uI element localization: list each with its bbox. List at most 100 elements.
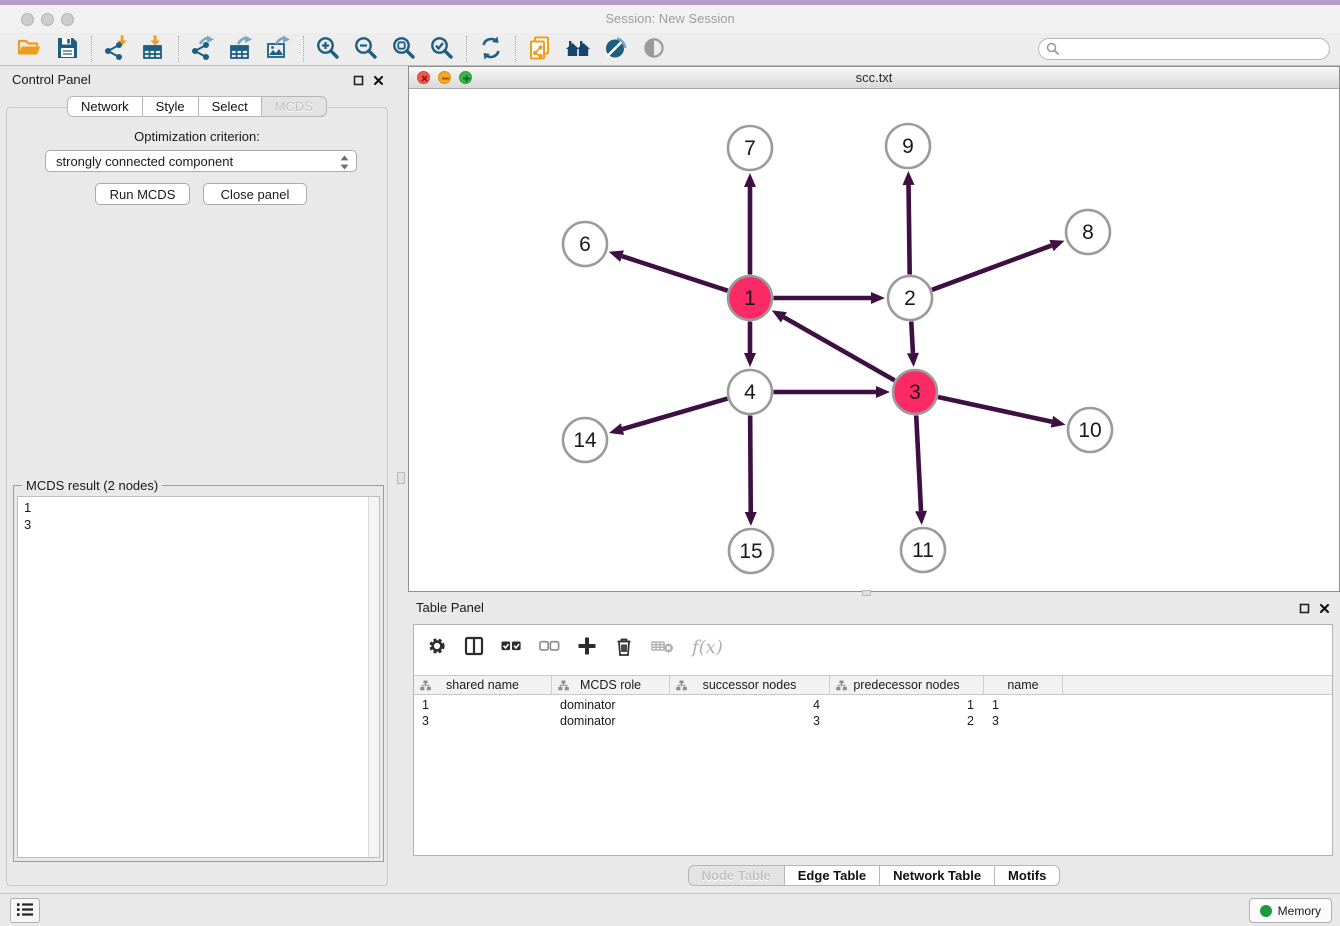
float-panel-icon[interactable] <box>353 74 364 89</box>
network-graph[interactable]: 7 9 6 8 1 2 4 3 14 10 15 11 <box>409 89 1339 591</box>
export-table-button[interactable] <box>222 34 260 64</box>
column-header-predecessor-nodes[interactable]: predecessor nodes <box>830 676 984 694</box>
graph-edge-2-3[interactable] <box>907 321 919 367</box>
graph-node-1[interactable]: 1 <box>728 276 772 320</box>
graph-node-9[interactable]: 9 <box>886 124 930 168</box>
import-network-icon <box>103 35 129 64</box>
search-input[interactable] <box>1038 38 1330 60</box>
column-header-label: successor nodes <box>703 678 797 692</box>
graph-edge-1-2[interactable] <box>774 292 886 304</box>
graph-edge-4-15[interactable] <box>745 415 757 526</box>
main-titlebar: Session: New Session <box>0 5 1340 33</box>
graph-node-label: 3 <box>909 381 921 404</box>
graph-node-7[interactable]: 7 <box>728 126 772 170</box>
duplicate-network-button[interactable] <box>521 34 559 64</box>
graph-edge-4-14[interactable] <box>609 399 727 435</box>
split-columns-button[interactable] <box>464 636 484 658</box>
deselect-all-button[interactable] <box>539 636 560 658</box>
graph-edge-1-6[interactable] <box>609 250 728 290</box>
zoom-out-button[interactable] <box>347 34 385 64</box>
graph-node-14[interactable]: 14 <box>563 418 607 462</box>
select-all-button[interactable] <box>501 636 522 658</box>
graph-node-15[interactable]: 15 <box>729 529 773 573</box>
graph-node-3[interactable]: 3 <box>893 370 937 414</box>
float-table-panel-icon[interactable] <box>1299 602 1310 617</box>
delete-icon <box>614 636 634 659</box>
graph-node-4[interactable]: 4 <box>728 370 772 414</box>
tab-mcds[interactable]: MCDS <box>261 96 327 117</box>
graph-edge-1-4[interactable] <box>744 322 756 368</box>
eye-button[interactable] <box>635 34 673 64</box>
gear-button[interactable] <box>427 636 447 658</box>
horizontal-splitter-grip[interactable] <box>862 590 871 596</box>
column-header-shared-name[interactable]: shared name <box>414 676 552 694</box>
column-header-label: MCDS role <box>580 678 641 692</box>
open-session-button[interactable] <box>10 34 48 64</box>
memory-button[interactable]: Memory <box>1249 898 1332 923</box>
network-window-titlebar[interactable]: scc.txt <box>409 67 1339 89</box>
import-network-button[interactable] <box>97 34 135 64</box>
zoom-fit-button[interactable] <box>385 34 423 64</box>
graph-edge-2-8[interactable] <box>932 240 1065 290</box>
mcds-result-lines: 13 <box>18 497 379 535</box>
run-mcds-button[interactable]: Run MCDS <box>95 183 190 205</box>
task-history-button[interactable] <box>10 898 40 923</box>
close-panel-label: Close panel <box>221 187 290 202</box>
result-line: 1 <box>24 499 373 516</box>
two-homes-button[interactable] <box>559 34 597 64</box>
refresh-button[interactable] <box>472 34 510 64</box>
tab-motifs[interactable]: Motifs <box>994 865 1060 886</box>
tab-select[interactable]: Select <box>198 96 262 117</box>
export-image-button[interactable] <box>260 34 298 64</box>
mcds-result-textarea[interactable]: 13 <box>17 496 380 858</box>
graph-node-2[interactable]: 2 <box>888 276 932 320</box>
add-button[interactable] <box>577 636 597 658</box>
tab-edge-table[interactable]: Edge Table <box>784 865 880 886</box>
table-row[interactable]: 3dominator323 <box>414 713 1332 729</box>
graph-node-label: 14 <box>573 429 597 452</box>
close-panel-button[interactable]: Close panel <box>203 183 307 205</box>
close-panel-icon[interactable] <box>373 74 384 89</box>
tab-network[interactable]: Network <box>67 96 143 117</box>
graph-node-10[interactable]: 10 <box>1068 408 1112 452</box>
table-tabs: Node TableEdge TableNetwork TableMotifs <box>688 865 1061 886</box>
graph-edge-3-10[interactable] <box>938 397 1066 428</box>
zoom-selected-icon <box>429 35 455 64</box>
vertical-splitter[interactable] <box>394 66 408 893</box>
export-network-button[interactable] <box>184 34 222 64</box>
table-panel: Table Panel f(x) shared nameMCDS rolesuc… <box>408 594 1340 893</box>
graph-edge-3-1[interactable] <box>772 310 895 380</box>
table-row[interactable]: 1dominator411 <box>414 697 1332 713</box>
result-scrollbar[interactable] <box>368 497 379 857</box>
tab-style[interactable]: Style <box>142 96 199 117</box>
delete-button[interactable] <box>614 636 634 658</box>
close-table-panel-icon[interactable] <box>1319 602 1330 617</box>
graph-edge-4-3[interactable] <box>774 386 891 398</box>
delete-table-button <box>651 636 675 658</box>
import-table-button[interactable] <box>135 34 173 64</box>
column-header-successor-nodes[interactable]: successor nodes <box>670 676 830 694</box>
graph-node-8[interactable]: 8 <box>1066 210 1110 254</box>
graph-node-label: 4 <box>744 381 756 404</box>
zoom-in-button[interactable] <box>309 34 347 64</box>
splitter-grip[interactable] <box>397 472 405 484</box>
graph-edge-3-11[interactable] <box>915 415 927 525</box>
import-table-icon <box>141 35 167 64</box>
column-header-MCDS-role[interactable]: MCDS role <box>552 676 670 694</box>
column-header-name[interactable]: name <box>984 676 1063 694</box>
graph-edge-2-9[interactable] <box>903 171 915 275</box>
style-button[interactable] <box>597 34 635 64</box>
graph-node-11[interactable]: 11 <box>901 528 945 572</box>
tab-node-table[interactable]: Node Table <box>688 865 785 886</box>
tab-network-table[interactable]: Network Table <box>879 865 995 886</box>
criterion-dropdown[interactable]: strongly connected component <box>45 150 357 172</box>
graph-node-6[interactable]: 6 <box>563 222 607 266</box>
result-line: 3 <box>24 516 373 533</box>
save-session-button[interactable] <box>48 34 86 64</box>
table-cell: 2 <box>830 713 984 729</box>
function-icon: f(x) <box>692 637 723 658</box>
graph-edge-1-7[interactable] <box>744 173 756 275</box>
zoom-selected-button[interactable] <box>423 34 461 64</box>
table-cell: 3 <box>984 713 1063 729</box>
toolbar-separator <box>515 36 516 62</box>
